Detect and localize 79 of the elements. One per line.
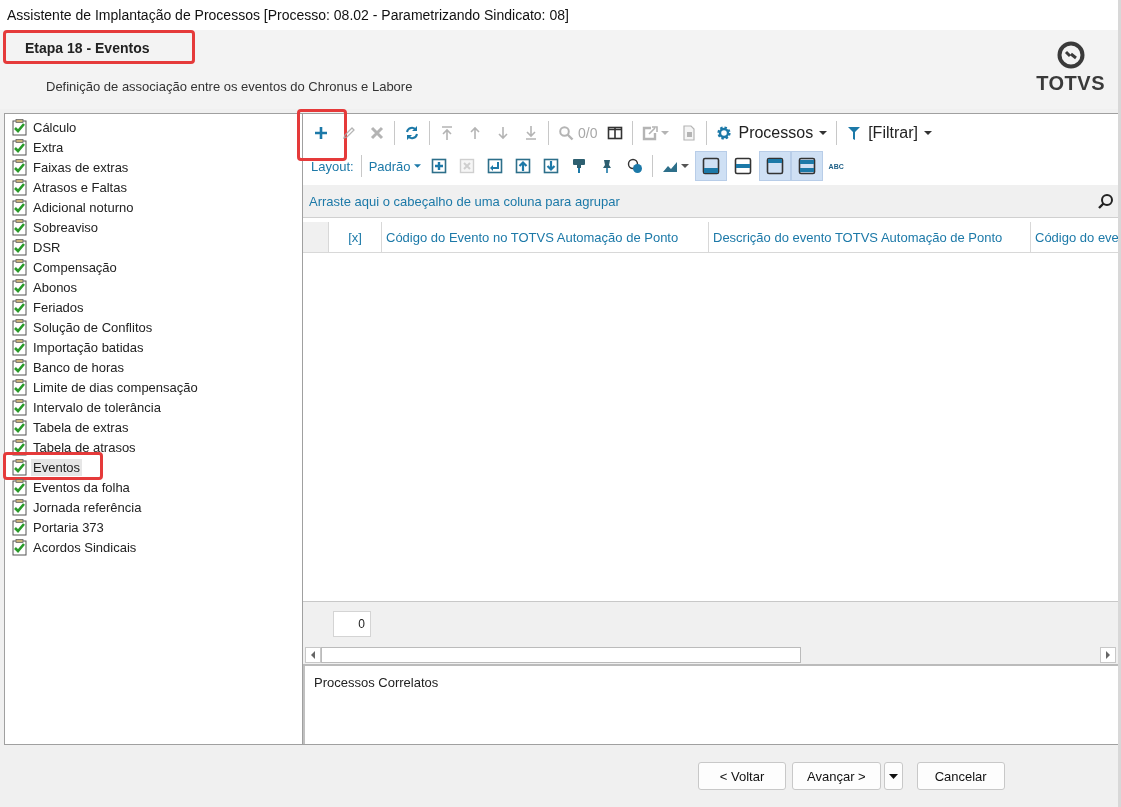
delete-row-icon <box>458 158 475 174</box>
toggle-button[interactable] <box>790 151 823 181</box>
step-item[interactable]: Importação batidas <box>31 338 146 356</box>
toggle-button[interactable] <box>694 151 727 181</box>
step-item[interactable]: Acordos Sindicais <box>31 538 139 556</box>
add-row-icon <box>430 158 447 174</box>
refresh-icon <box>404 124 420 141</box>
right-arrow-icon <box>1105 651 1111 659</box>
wizard-button[interactable]: Cancelar <box>916 762 1005 790</box>
step-item[interactable]: Solução de Conflitos <box>31 318 155 336</box>
step-item[interactable]: Jornada referência <box>31 498 144 516</box>
step-item[interactable]: Faixas de extras <box>31 158 131 176</box>
filter-icon <box>846 124 863 141</box>
arrow-down-icon <box>495 124 511 141</box>
step-title: Etapa 18 - Eventos <box>25 39 150 58</box>
logo-icon <box>1056 41 1085 69</box>
menu-button[interactable]: Processos <box>710 120 834 145</box>
column-header[interactable]: Descrição do evento TOTVS Automação de Ponto <box>709 222 1031 252</box>
document-icon <box>681 124 698 141</box>
step-item[interactable]: Eventos <box>31 458 82 476</box>
layout-bottom-icon <box>701 157 720 175</box>
step-description: Definição de associação entre os eventos do Chronus e Labore <box>46 79 413 94</box>
scroll-left-button[interactable] <box>305 647 321 663</box>
scroll-right-button[interactable] <box>1100 647 1116 663</box>
caret-icon <box>923 130 932 135</box>
layout-label: Layout: <box>310 158 355 174</box>
step-item[interactable]: Feriados <box>31 298 86 316</box>
upload-box-icon <box>514 158 531 174</box>
column-header[interactable]: Código do eve <box>1031 222 1118 252</box>
layout-dropdown[interactable]: Padrão <box>364 158 425 174</box>
step-item[interactable]: Extra <box>31 138 66 156</box>
caret-icon <box>413 164 421 168</box>
step-item[interactable]: Sobreaviso <box>31 218 101 236</box>
toggle-button[interactable] <box>758 151 791 181</box>
logo-text: TOTVS <box>1036 72 1105 95</box>
delete-icon <box>369 124 385 141</box>
layout-top-icon <box>765 157 784 175</box>
step-item[interactable]: DSR <box>31 238 63 256</box>
match-counter: 0/0 <box>578 124 598 141</box>
circles-icon <box>626 158 643 174</box>
scrollbar-thumb[interactable] <box>321 647 801 663</box>
gear-icon <box>716 124 733 141</box>
paint-roller-icon <box>570 158 587 174</box>
step-item[interactable]: Compensação <box>31 258 119 276</box>
download-box-icon <box>542 158 559 174</box>
column-header[interactable]: Código do Evento no TOTVS Automação de Ponto <box>382 222 709 252</box>
step-item[interactable]: Portaria 373 <box>31 518 106 536</box>
step-item[interactable]: Tabela de extras <box>31 418 131 436</box>
step-item[interactable]: Eventos da folha <box>31 478 132 496</box>
caret-icon <box>888 773 898 779</box>
related-processes-title: Processos Correlatos <box>314 675 439 690</box>
group-by-hint: Arraste aqui o cabeçalho de uma coluna para agrupar <box>309 193 620 209</box>
record-count: 0 <box>333 611 371 637</box>
step-item[interactable]: Banco de horas <box>31 358 127 376</box>
layout-rows-icon <box>797 157 816 175</box>
window-title: Assistente de Implantação de Processos [Processo: 08.02 - Parametrizando Sindicato: 08] <box>7 7 569 23</box>
enter-icon <box>486 158 503 174</box>
step-item[interactable]: Intervalo de tolerância <box>31 398 163 416</box>
wizard-button[interactable]: < Voltar <box>698 762 786 790</box>
menu-button[interactable]: [Filtrar] <box>840 120 938 145</box>
columns-icon <box>607 124 624 141</box>
move-top-icon <box>439 124 455 141</box>
search-icon[interactable] <box>1097 192 1114 210</box>
layout-middle-icon <box>733 157 752 175</box>
caret-icon <box>819 130 828 135</box>
export-icon <box>642 124 659 141</box>
plus-icon <box>313 124 329 141</box>
step-item[interactable]: Adicional noturno <box>31 198 136 216</box>
search-icon <box>558 124 574 141</box>
step-item[interactable]: Abonos <box>31 278 80 296</box>
move-bottom-icon <box>523 124 539 141</box>
step-item[interactable]: Cálculo <box>31 118 79 136</box>
step-item[interactable]: Limite de dias compensação <box>31 378 200 396</box>
wizard-button[interactable]: Avançar > <box>792 762 881 790</box>
column-header[interactable]: [x] <box>329 222 382 252</box>
left-arrow-icon <box>310 651 316 659</box>
dropdown-button[interactable] <box>883 762 903 790</box>
step-item[interactable]: Tabela de atrasos <box>31 438 138 456</box>
step-item[interactable]: Atrasos e Faltas <box>31 178 129 196</box>
